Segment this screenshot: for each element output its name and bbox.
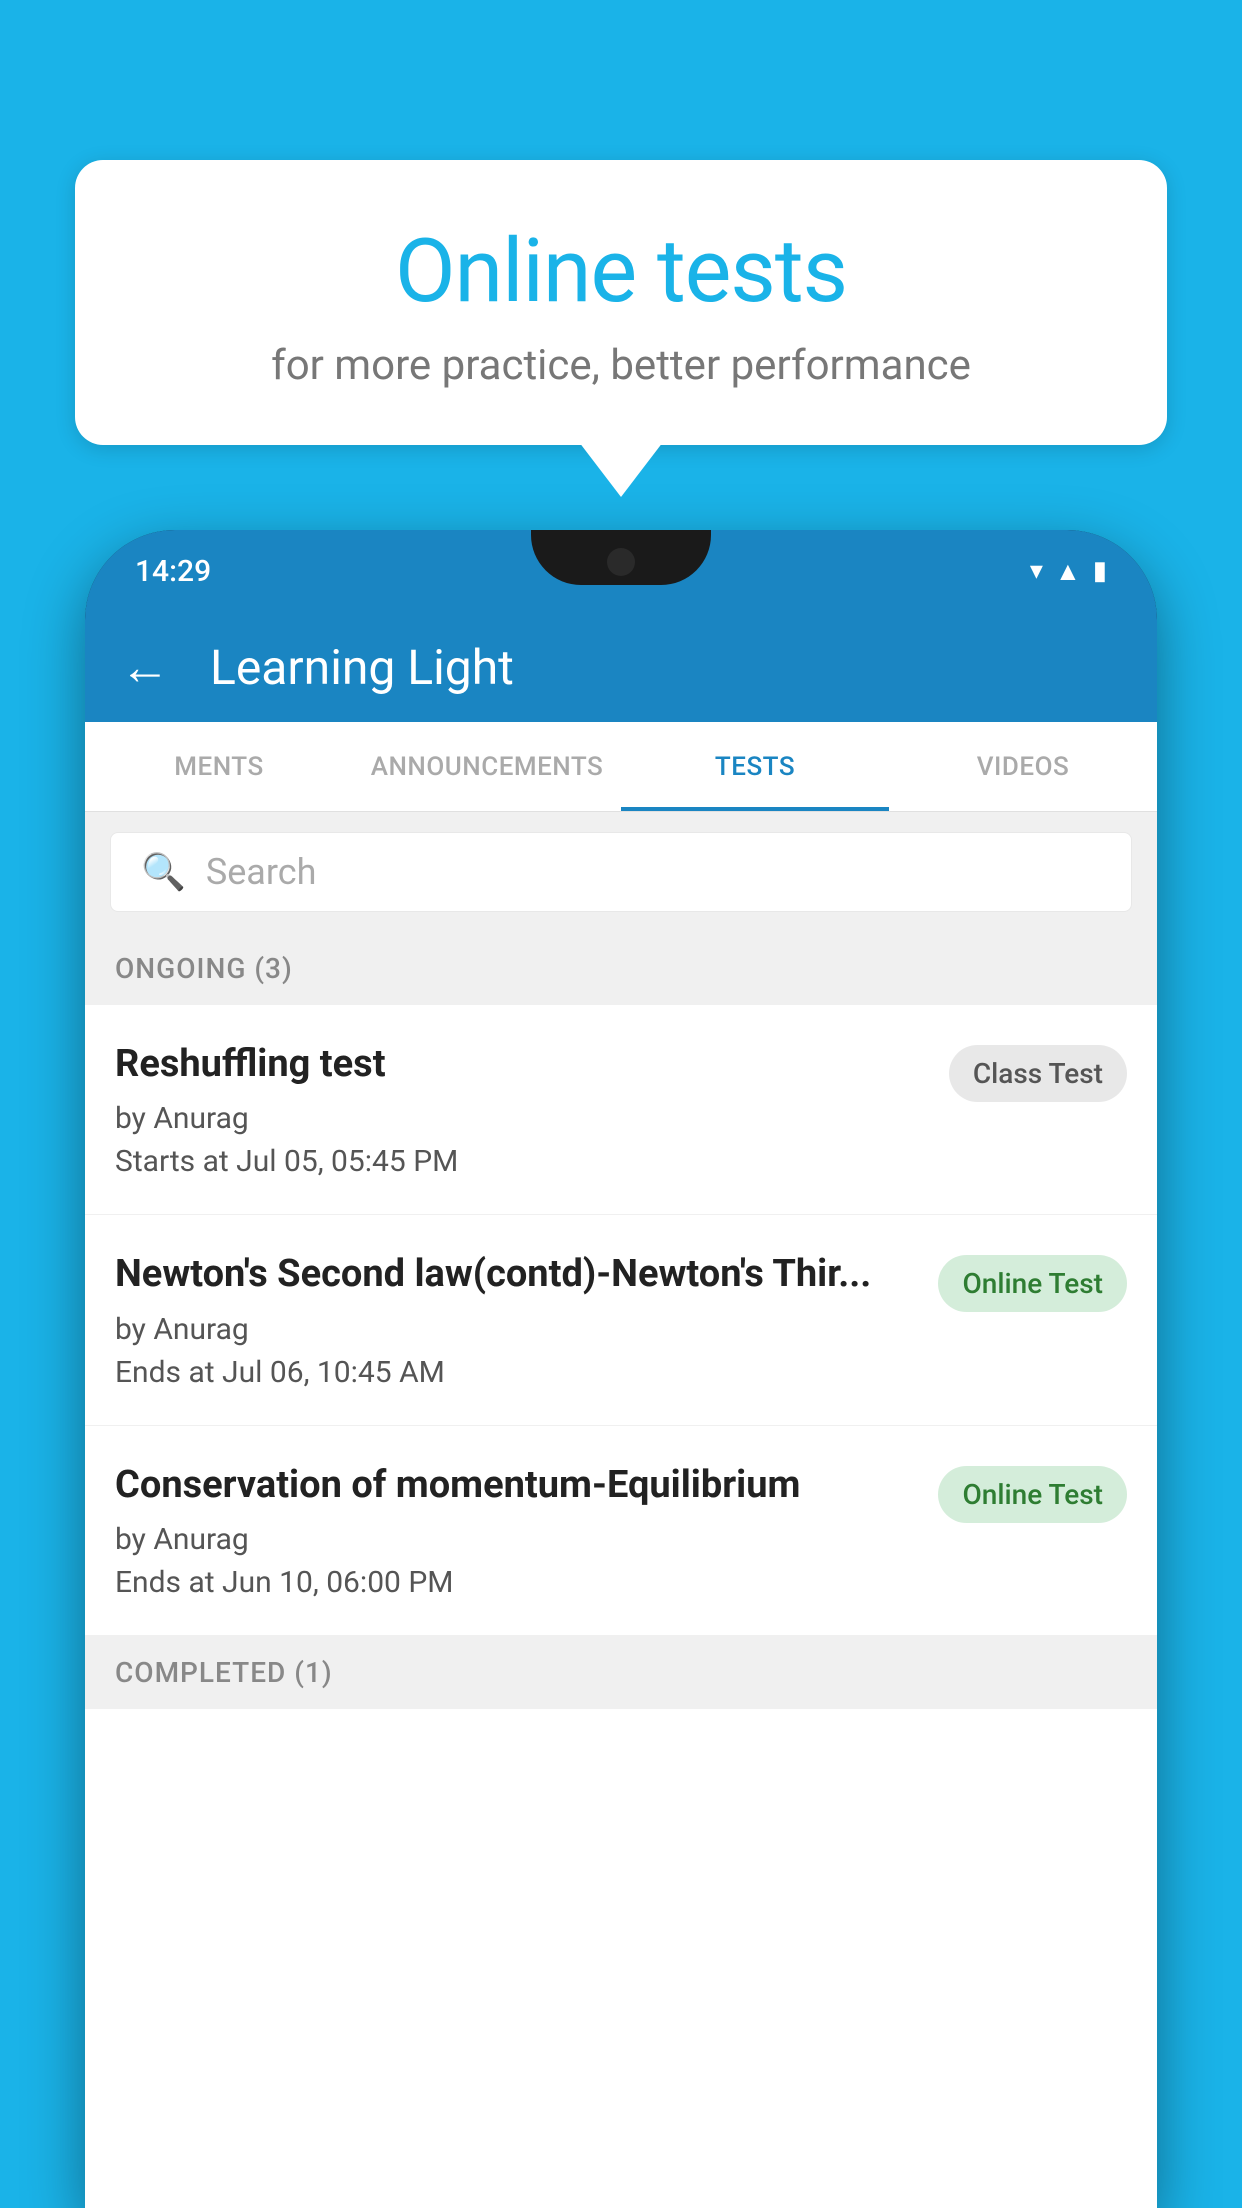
test-author-2: by Anurag	[115, 1312, 918, 1347]
badge-2: Online Test	[938, 1255, 1127, 1312]
phone-content: MENTS ANNOUNCEMENTS TESTS VIDEOS 🔍 Searc…	[85, 722, 1157, 2208]
bubble-subtitle: for more practice, better performance	[125, 341, 1117, 390]
wifi-icon: ▾	[1030, 556, 1043, 586]
tab-bar: MENTS ANNOUNCEMENTS TESTS VIDEOS	[85, 722, 1157, 812]
search-placeholder: Search	[206, 851, 317, 893]
notch	[531, 530, 711, 585]
back-button[interactable]: ←	[120, 638, 170, 697]
search-container: 🔍 Search	[85, 812, 1157, 932]
status-time: 14:29	[135, 554, 211, 589]
section-header-ongoing: ONGOING (3)	[85, 932, 1157, 1005]
status-bar: 14:29 ▾ ▲ ▮	[85, 530, 1157, 612]
app-toolbar: ← Learning Light	[85, 612, 1157, 722]
tab-tests[interactable]: TESTS	[621, 722, 889, 811]
section-title-ongoing: ONGOING (3)	[115, 952, 293, 985]
test-time-2: Ends at Jul 06, 10:45 AM	[115, 1355, 918, 1390]
test-item-3[interactable]: Conservation of momentum-Equilibrium by …	[85, 1426, 1157, 1636]
tab-ments[interactable]: MENTS	[85, 722, 353, 811]
badge-3: Online Test	[938, 1466, 1127, 1523]
tab-announcements[interactable]: ANNOUNCEMENTS	[353, 722, 621, 811]
speech-bubble: Online tests for more practice, better p…	[75, 160, 1167, 445]
test-time-3: Ends at Jun 10, 06:00 PM	[115, 1565, 918, 1600]
test-author-1: by Anurag	[115, 1101, 929, 1136]
test-name-1: Reshuffling test	[115, 1040, 929, 1089]
battery-icon: ▮	[1093, 556, 1107, 586]
badge-1: Class Test	[949, 1045, 1127, 1102]
test-time-1: Starts at Jul 05, 05:45 PM	[115, 1144, 929, 1179]
test-info-3: Conservation of momentum-Equilibrium by …	[115, 1461, 938, 1600]
status-icons: ▾ ▲ ▮	[1030, 556, 1107, 587]
camera	[607, 548, 635, 576]
test-info-1: Reshuffling test by Anurag Starts at Jul…	[115, 1040, 949, 1179]
section-header-completed: COMPLETED (1)	[85, 1636, 1157, 1709]
test-item-1[interactable]: Reshuffling test by Anurag Starts at Jul…	[85, 1005, 1157, 1215]
tab-videos[interactable]: VIDEOS	[889, 722, 1157, 811]
test-list: Reshuffling test by Anurag Starts at Jul…	[85, 1005, 1157, 1636]
test-info-2: Newton's Second law(contd)-Newton's Thir…	[115, 1250, 938, 1389]
phone-frame: 14:29 ▾ ▲ ▮ ← Learning Light MENTS ANNOU…	[85, 530, 1157, 2208]
phone-inner: MENTS ANNOUNCEMENTS TESTS VIDEOS 🔍 Searc…	[85, 722, 1157, 2208]
search-icon: 🔍	[141, 851, 186, 893]
test-name-3: Conservation of momentum-Equilibrium	[115, 1461, 918, 1510]
test-author-3: by Anurag	[115, 1522, 918, 1557]
test-name-2: Newton's Second law(contd)-Newton's Thir…	[115, 1250, 918, 1299]
toolbar-title: Learning Light	[210, 639, 514, 696]
test-item-2[interactable]: Newton's Second law(contd)-Newton's Thir…	[85, 1215, 1157, 1425]
bubble-title: Online tests	[125, 220, 1117, 323]
signal-icon: ▲	[1055, 556, 1081, 587]
search-bar[interactable]: 🔍 Search	[110, 832, 1132, 912]
section-title-completed: COMPLETED (1)	[115, 1656, 333, 1689]
